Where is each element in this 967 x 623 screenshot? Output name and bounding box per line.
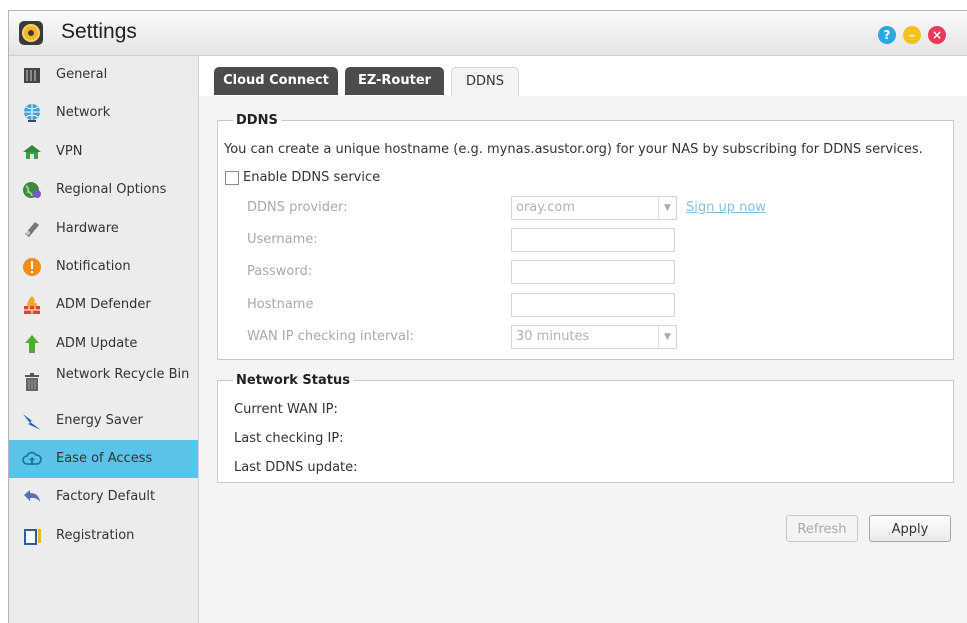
sidebar-item-adm-defender[interactable]: ADM Defender (9, 286, 198, 324)
username-label: Username: (247, 232, 318, 247)
password-label: Password: (247, 264, 313, 279)
sidebar-item-label: Regional Options (56, 182, 167, 197)
username-input[interactable] (511, 228, 675, 252)
sidebar-item-label: Network Recycle Bin (56, 367, 190, 382)
sidebar-item-hardware[interactable]: Hardware (9, 210, 198, 248)
globe-pin-icon (23, 182, 41, 198)
chevron-down-icon: ▼ (658, 197, 676, 219)
cloud-upload-icon (22, 451, 42, 465)
tab-bar: Cloud Connect EZ-Router DDNS (199, 56, 967, 96)
update-arrow-icon (25, 335, 39, 353)
ddns-provider-select[interactable]: oray.com ▼ (511, 196, 677, 220)
sidebar-item-label: Registration (56, 528, 135, 543)
settings-app-icon (19, 21, 43, 45)
last-ddns-update-label: Last DDNS update: (234, 460, 358, 475)
sidebar-item-notification[interactable]: Notification (9, 248, 198, 286)
close-button[interactable]: × (928, 26, 946, 44)
server-icon (24, 68, 40, 83)
ddns-provider-label: DDNS provider: (247, 200, 348, 215)
wan-ip-interval-select[interactable]: 30 minutes ▼ (511, 325, 677, 349)
sign-up-link[interactable]: Sign up now (686, 200, 766, 215)
tab-ddns[interactable]: DDNS (451, 67, 519, 96)
trash-icon (25, 373, 39, 391)
sidebar-item-energy-saver[interactable]: Energy Saver (9, 402, 198, 440)
hardware-icon (25, 222, 39, 237)
enable-ddns-label: Enable DDNS service (243, 170, 381, 185)
ddns-provider-value: oray.com (516, 200, 576, 215)
alert-icon (23, 258, 41, 276)
sidebar-item-general[interactable]: General (9, 56, 198, 94)
sidebar-item-ease-of-access[interactable]: Ease of Access (9, 440, 198, 478)
sidebar-item-regional-options[interactable]: Regional Options (9, 171, 198, 209)
sidebar-item-registration[interactable]: Registration (9, 517, 198, 555)
sidebar-item-label: Hardware (56, 221, 119, 236)
sidebar: General Network VPN Regional Options Har… (9, 56, 199, 623)
wan-ip-interval-value: 30 minutes (516, 329, 590, 344)
lightning-icon (23, 414, 41, 430)
network-status-legend: Network Status (236, 373, 350, 388)
settings-window: Settings ? – × General Network VPN Regio… (8, 10, 967, 623)
sidebar-item-label: VPN (56, 144, 83, 159)
globe-icon (24, 104, 40, 122)
sidebar-item-network-recycle-bin[interactable]: Network Recycle Bin (9, 363, 198, 401)
sidebar-item-vpn[interactable]: VPN (9, 133, 198, 171)
apply-button[interactable]: Apply (869, 515, 951, 542)
sidebar-item-label: ADM Update (56, 336, 138, 351)
enable-ddns-checkbox[interactable] (225, 171, 239, 185)
window-title: Settings (61, 20, 137, 43)
refresh-button[interactable]: Refresh (786, 515, 858, 542)
minimize-button[interactable]: – (903, 26, 921, 44)
hostname-input[interactable] (511, 293, 675, 317)
sidebar-item-label: Ease of Access (56, 451, 153, 466)
password-input[interactable] (511, 260, 675, 284)
sidebar-item-label: Factory Default (56, 489, 156, 504)
sidebar-item-label: Energy Saver (56, 413, 143, 428)
ddns-description: You can create a unique hostname (e.g. m… (224, 142, 923, 157)
wan-ip-interval-label: WAN IP checking interval: (247, 329, 414, 344)
last-checking-ip-label: Last checking IP: (234, 431, 344, 446)
sidebar-item-network[interactable]: Network (9, 94, 198, 132)
tab-ez-router[interactable]: EZ-Router (345, 67, 444, 95)
hostname-label: Hostname (247, 297, 314, 312)
ddns-panel: DDNS You can create a unique hostname (e… (199, 96, 967, 623)
sidebar-item-label: Network (56, 105, 111, 120)
title-bar: Settings ? – × (9, 11, 967, 56)
current-wan-ip-label: Current WAN IP: (234, 402, 338, 417)
tab-cloud-connect[interactable]: Cloud Connect (214, 67, 338, 95)
sidebar-item-factory-default[interactable]: Factory Default (9, 478, 198, 516)
sidebar-item-label: Notification (56, 259, 131, 274)
sidebar-item-label: General (56, 67, 108, 82)
sidebar-item-adm-update[interactable]: ADM Update (9, 325, 198, 363)
help-button[interactable]: ? (878, 26, 896, 44)
undo-arrow-icon (24, 490, 40, 502)
firewall-icon (24, 296, 40, 314)
ddns-legend: DDNS (236, 113, 278, 128)
clipboard-icon (24, 529, 41, 545)
chevron-down-icon: ▼ (658, 326, 676, 348)
vpn-house-icon (23, 145, 41, 159)
sidebar-item-label: ADM Defender (56, 297, 151, 312)
